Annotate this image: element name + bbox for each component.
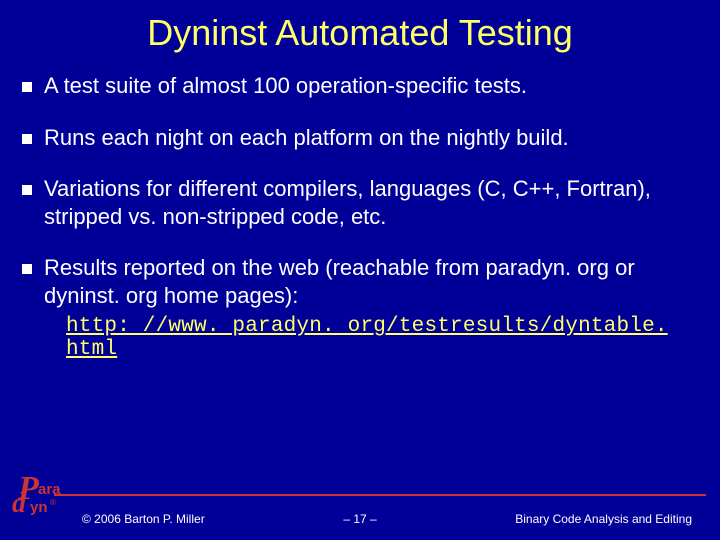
- bullet-square-icon: [22, 185, 32, 195]
- bullet-square-icon: [22, 264, 32, 274]
- slide-body: A test suite of almost 100 operation-spe…: [0, 54, 720, 361]
- bullet-text: Results reported on the web (reachable f…: [44, 254, 698, 309]
- slide: Dyninst Automated Testing A test suite o…: [0, 0, 720, 540]
- bullet-square-icon: [22, 82, 32, 92]
- bullet-text: Runs each night on each platform on the …: [44, 124, 698, 152]
- bullet-item: A test suite of almost 100 operation-spe…: [22, 72, 698, 100]
- bullet-item: Variations for different compilers, lang…: [22, 175, 698, 230]
- bullet-text: A test suite of almost 100 operation-spe…: [44, 72, 698, 100]
- slide-title: Dyninst Automated Testing: [0, 0, 720, 54]
- bullet-square-icon: [22, 134, 32, 144]
- bullet-item: Results reported on the web (reachable f…: [22, 254, 698, 309]
- slide-footer: P ara d yn ® © 2006 Barton P. Miller – 1…: [0, 474, 720, 540]
- bullet-item: Runs each night on each platform on the …: [22, 124, 698, 152]
- footer-subtitle: Binary Code Analysis and Editing: [515, 512, 692, 526]
- bullet-text: Variations for different compilers, lang…: [44, 175, 698, 230]
- footer-rule: [54, 494, 706, 496]
- results-link[interactable]: http: //www. paradyn. org/testresults/dy…: [66, 315, 698, 361]
- logo-text-ara: ara: [38, 482, 61, 497]
- registered-icon: ®: [50, 498, 56, 507]
